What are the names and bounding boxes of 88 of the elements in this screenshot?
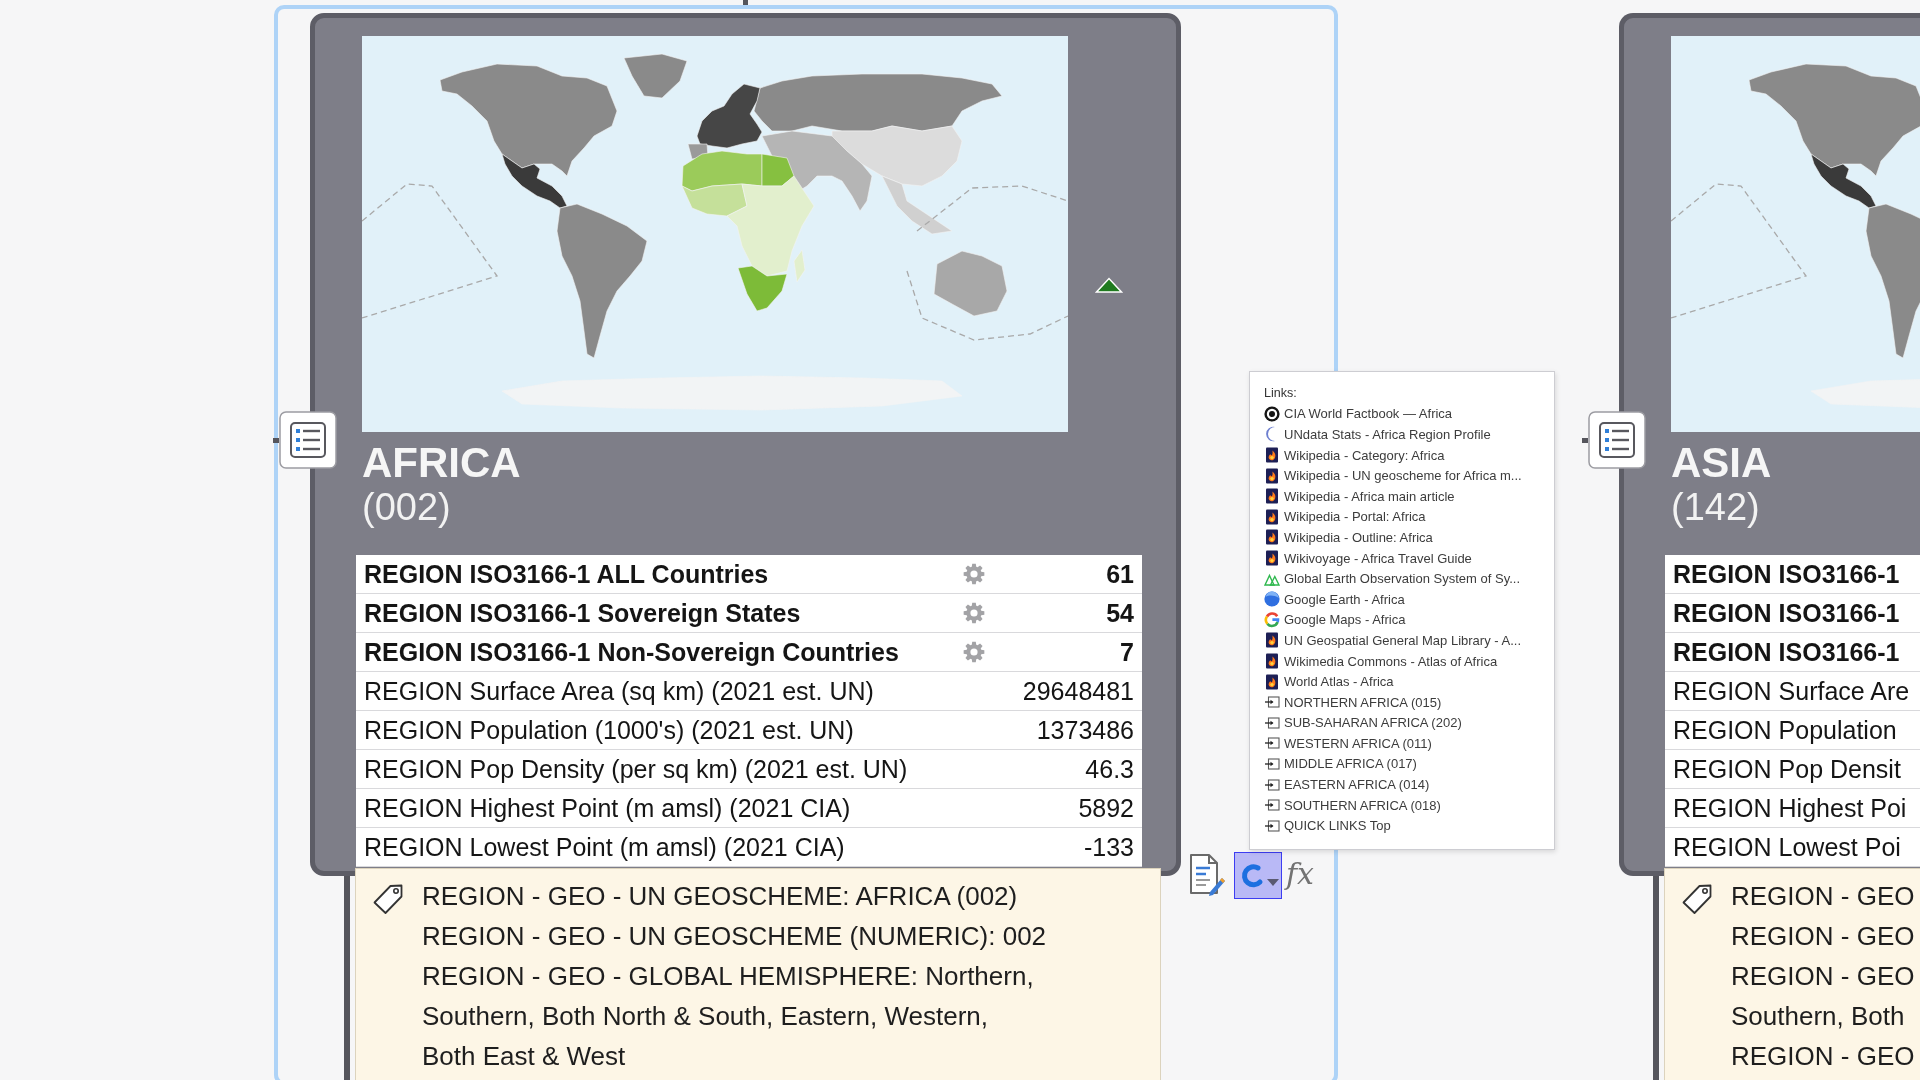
link-item[interactable]: SUB-SAHARAN AFRICA (202) (1264, 712, 1462, 734)
ring-icon (1264, 611, 1280, 628)
flame-document-icon (1264, 550, 1280, 567)
link-item[interactable]: Wikipedia - Category: Africa (1264, 444, 1445, 466)
flame-document-icon (1264, 508, 1280, 525)
link-dropdown-button[interactable] (1234, 852, 1282, 899)
link-item[interactable]: EASTERN AFRICA (014) (1264, 774, 1430, 795)
topic-card[interactable] (310, 13, 1181, 876)
topic-code: (142) (1671, 486, 1760, 528)
topic-title: ASIA (1671, 440, 1772, 486)
link-item[interactable]: CIA World Factbook — Africa (1264, 403, 1453, 425)
link-item[interactable]: UN Geospatial General Map Library - A... (1264, 630, 1521, 651)
row-value: -133 (1083, 832, 1134, 861)
row-label: REGION Highest Poi (1673, 793, 1907, 823)
caret-icon (1267, 878, 1279, 887)
document-pencil-icon[interactable] (1188, 852, 1226, 896)
link-item[interactable]: Google Earth - Africa (1264, 588, 1405, 610)
row-label: REGION ISO3166-1 Non-Sovereign Countries (364, 637, 899, 667)
row-label: REGION ISO3166-1 (1673, 637, 1900, 667)
triangle-icon[interactable] (1095, 277, 1123, 293)
tag-text: REGION - GEO (1731, 1040, 1915, 1073)
arrow-into-box-icon (1264, 797, 1280, 814)
link-item[interactable]: NORTHERN AFRICA (015) (1264, 691, 1442, 713)
row-label: REGION Surface Area (sq km) (2021 est. UN) (364, 676, 874, 706)
flame-document-icon (1264, 467, 1280, 484)
row-label: REGION Surface Are (1673, 676, 1910, 706)
link-item[interactable]: UNdata Stats - Africa Region Profile (1264, 424, 1491, 445)
topic-title: AFRICA (362, 440, 521, 486)
topic-code: (002) (362, 486, 451, 528)
formula-label[interactable]: fx (1286, 856, 1315, 892)
tag-icon (372, 882, 404, 916)
link-item[interactable]: MIDDLE AFRICA (017) (1264, 753, 1417, 775)
row-value: 29648481 (1022, 676, 1134, 705)
arrow-into-box-icon (1264, 735, 1280, 752)
link-item[interactable]: Wikipedia - Africa main article (1264, 485, 1455, 507)
link-item[interactable]: Wikipedia - Portal: Africa (1264, 506, 1426, 528)
arrow-into-box-icon (1264, 714, 1280, 731)
row-label: REGION Pop Densit (1673, 754, 1901, 784)
row-label: REGION Pop Density (per sq km) (2021 est. UN) (364, 754, 908, 784)
row-label: REGION ISO3166-1 ALL Countries (364, 559, 769, 589)
link-item[interactable]: Wikimedia Commons - Atlas of Africa (1264, 650, 1498, 672)
row-label: REGION Lowest Poi (1673, 832, 1901, 862)
row-value: 5892 (1078, 793, 1134, 822)
row-label: REGION ISO3166-1 (1673, 559, 1900, 589)
flame-document-icon (1264, 447, 1280, 464)
link-item[interactable]: Wikipedia - Outline: Africa (1264, 527, 1433, 548)
row-value: 54 (1106, 598, 1134, 627)
tag-text: REGION - GEO (1731, 880, 1915, 913)
row-label: REGION Highest Point (m amsl) (2021 CIA) (364, 793, 851, 823)
flame-document-icon (1264, 653, 1280, 669)
row-value: 61 (1106, 559, 1134, 588)
link-item[interactable]: QUICK LINKS Top (1264, 815, 1391, 837)
arrow-into-box-icon (1264, 776, 1280, 793)
flame-document-icon (1264, 632, 1280, 649)
arrow-into-box-icon (1264, 756, 1280, 772)
seal-icon (1264, 405, 1280, 422)
row-value: 1373486 (1036, 715, 1134, 744)
tag-text: REGION - GEO - UN GEOSCHEME (NUMERIC): 002 (422, 920, 1047, 953)
link-item[interactable]: WESTERN AFRICA (011) (1264, 733, 1432, 754)
row-label: REGION Population (1000's) (2021 est. UN) (364, 715, 854, 745)
link-item[interactable]: Wikivoyage - Africa Travel Guide (1264, 547, 1472, 569)
link-item[interactable]: Google Maps - Africa (1264, 609, 1406, 631)
list-icon[interactable] (279, 411, 337, 469)
row-label: REGION Lowest Point (m amsl) (2021 CIA) (364, 832, 845, 862)
flame-document-icon (1264, 673, 1280, 690)
link-item[interactable]: World Atlas - Africa (1264, 671, 1394, 692)
popup-heading: Links: (1264, 385, 1297, 402)
row-label: REGION ISO3166-1 (1673, 598, 1900, 628)
arc-icon (1239, 861, 1265, 890)
row-value: 46.3 (1085, 754, 1134, 783)
tag-text: REGION - GEO (1731, 920, 1915, 953)
list-icon[interactable] (1588, 411, 1646, 469)
link-item[interactable]: SOUTHERN AFRICA (018) (1264, 794, 1441, 816)
row-label: REGION Population (1673, 715, 1897, 745)
arrow-into-box-icon (1264, 694, 1280, 711)
tag-text: REGION - GEO Southern, Both (1731, 960, 1915, 1033)
link-item[interactable]: Global Earth Observation System of Sy... (1264, 568, 1521, 589)
flame-document-icon (1264, 488, 1280, 505)
tag-text: REGION - GEO - GLOBAL HEMISPHERE: Northern, Southern, Both North & South, Eastern, Western, Both East & West (422, 960, 1034, 1073)
arrow-into-box-icon (1264, 817, 1280, 834)
tag-text: REGION - GEO - UN GEOSCHEME: AFRICA (002) (422, 880, 1018, 913)
row-label: REGION ISO3166-1 Sovereign States (364, 598, 801, 628)
row-value: 7 (1120, 637, 1134, 666)
link-item[interactable]: Wikipedia - UN geoscheme for Africa m... (1264, 465, 1522, 486)
flame-document-icon (1264, 529, 1280, 546)
globe-icon (1264, 591, 1280, 608)
tag-icon (1681, 882, 1713, 916)
topic-card[interactable]: ASIA (142) REGION ISO3166-1 REGION ISO3166-1 REGION ISO3166-1 REGION Surface Are REGION Population REGION Pop Densit REGION Highest Poi REGION Lowest Poi (1619, 13, 1920, 876)
